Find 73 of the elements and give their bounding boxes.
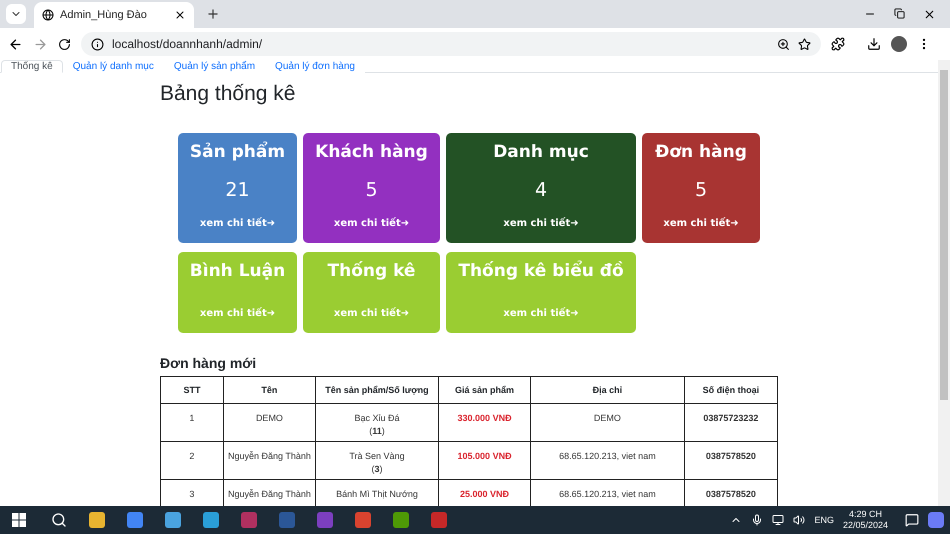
nav-tab[interactable]: Quản lý đơn hàng: [265, 60, 365, 73]
close-icon[interactable]: [923, 8, 936, 20]
card-title: Khách hàng: [315, 141, 428, 163]
card-count: 4: [534, 179, 548, 201]
column-header: Địa chỉ: [530, 376, 684, 404]
download-icon[interactable]: [867, 37, 881, 51]
info-icon[interactable]: [91, 38, 104, 50]
column-header: Giá sản phẩm: [438, 376, 531, 404]
tab-list-button[interactable]: [6, 4, 26, 24]
globe-icon: [42, 9, 54, 21]
table-cell: 03875723232: [684, 404, 778, 442]
table-cell: 68.65.120.213, viet nam: [530, 442, 684, 480]
card-title: Danh mục: [493, 141, 589, 163]
table-cell: DEMO: [530, 404, 684, 442]
card-count: 5: [365, 179, 378, 201]
section-title: Đơn hàng mới: [160, 355, 258, 371]
card-title: Bình Luận: [190, 260, 286, 282]
address-bar[interactable]: localhost/doannhanh/admin/: [81, 32, 821, 56]
language-indicator[interactable]: ENG: [814, 515, 834, 525]
clock-date: 22/05/2024: [842, 520, 888, 531]
details-link[interactable]: xem chi tiết➜: [503, 217, 579, 231]
column-header: STT: [160, 376, 224, 404]
details-link[interactable]: xem chi tiết➜: [200, 217, 276, 231]
column-header: Số điện thoại: [684, 376, 778, 404]
app-icon[interactable]: [89, 512, 105, 528]
nav-tab[interactable]: Thống kê: [1, 60, 63, 73]
search-icon[interactable]: [51, 512, 67, 528]
reload-icon[interactable]: [58, 38, 71, 50]
back-icon[interactable]: [8, 36, 23, 52]
app-icon[interactable]: [203, 512, 219, 528]
volume-icon[interactable]: [793, 514, 806, 526]
restore-icon[interactable]: [894, 8, 905, 18]
table-cell: 2: [160, 442, 224, 480]
forward-icon[interactable]: [33, 36, 48, 52]
notification-icon[interactable]: [905, 513, 919, 527]
table-cell: 330.000 VNĐ: [438, 404, 531, 442]
nav-tab[interactable]: Quản lý sản phẩm: [164, 60, 266, 73]
app-icon[interactable]: [127, 512, 143, 528]
app-icon[interactable]: [165, 512, 181, 528]
table-cell: Nguyễn Đăng Thành: [223, 442, 316, 480]
table-cell: 105.000 VNĐ: [438, 442, 531, 480]
puzzle-icon[interactable]: [831, 37, 845, 51]
star-icon[interactable]: [798, 38, 811, 50]
app-icon[interactable]: [393, 512, 409, 528]
plus-icon: [206, 7, 220, 21]
clock-time: 4:29 CH: [848, 509, 882, 520]
nav-tab[interactable]: Quản lý danh mục: [62, 60, 164, 73]
table-cell: Bạc Xỉu Đá (11): [316, 404, 438, 442]
avatar-icon[interactable]: [891, 36, 907, 52]
table-cell: 1: [160, 404, 224, 442]
app-icon[interactable]: [355, 512, 371, 528]
card-title: Đơn hàng: [655, 141, 747, 163]
windows-icon[interactable]: [12, 513, 26, 527]
table-cell: Trà Sen Vàng (3): [316, 442, 438, 480]
app-icon[interactable]: [431, 512, 447, 528]
scrollbar[interactable]: [938, 60, 950, 506]
page-title: Bảng thống kê: [160, 81, 296, 107]
card-title: Sản phẩm: [190, 141, 286, 163]
table-cell: 0387578520: [684, 442, 778, 480]
card-count: 21: [225, 179, 250, 201]
card-title: Thống kê biểu đồ: [458, 260, 624, 282]
card-count: 5: [694, 179, 708, 201]
microphone-icon[interactable]: [751, 514, 764, 526]
browser-tab[interactable]: Admin_Hùng Đào: [34, 2, 194, 28]
details-link[interactable]: xem chi tiết➜: [663, 217, 739, 231]
card-title: Thống kê: [328, 260, 416, 282]
column-header: Tên sản phẩm/Số lượng: [316, 376, 438, 404]
table-cell: DEMO: [223, 404, 316, 442]
tab-title: Admin_Hùng Đào: [60, 9, 148, 21]
close-icon[interactable]: [174, 9, 186, 21]
details-link[interactable]: xem chi tiết➜: [334, 217, 410, 231]
column-header: Tên: [223, 376, 316, 404]
zoom-icon[interactable]: [777, 38, 790, 50]
